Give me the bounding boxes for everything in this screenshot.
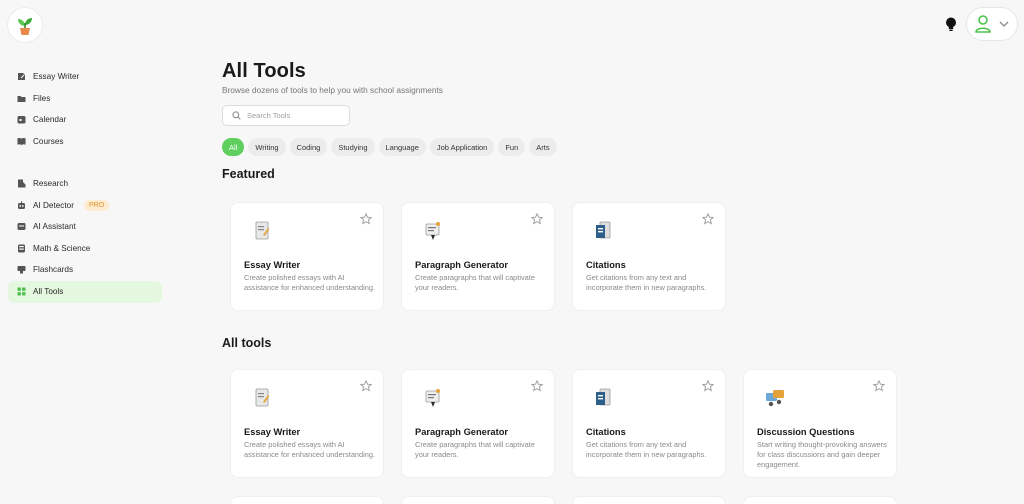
sidebar-item-research[interactable]: Research	[8, 173, 162, 195]
filter-chip-writing[interactable]: Writing	[248, 138, 286, 156]
star-icon[interactable]	[531, 213, 543, 225]
sidebar-item-label: Essay Writer	[33, 72, 80, 82]
tool-card-partial[interactable]	[401, 496, 555, 504]
math-icon	[17, 244, 26, 253]
featured-cards: Essay Writer Create polished essays with…	[230, 202, 726, 311]
paragraph-icon	[425, 222, 440, 240]
sidebar-item-label: Flashcards	[33, 265, 74, 275]
tool-card-paragraph-generator[interactable]: Paragraph Generator Create paragraphs th…	[401, 202, 555, 311]
star-icon[interactable]	[531, 380, 543, 392]
tool-card-description: Get citations from any text and incorpor…	[586, 440, 707, 459]
page-title: All Tools	[222, 60, 306, 82]
chevron-down-icon	[999, 21, 1009, 27]
calendar-icon	[17, 115, 26, 124]
search-box[interactable]	[222, 105, 350, 126]
tool-card-description: Start writing thought-provoking answers …	[757, 440, 887, 469]
sidebar-item-flashcards[interactable]: Flashcards	[8, 259, 162, 281]
star-icon[interactable]	[702, 380, 714, 392]
tool-card-discussion-questions[interactable]: Discussion Questions Start writing thoug…	[743, 369, 897, 478]
tool-card-title: Citations	[586, 427, 626, 437]
sidebar-item-ai-detector[interactable]: AI Detector PRO	[8, 195, 162, 217]
filter-chip-coding[interactable]: Coding	[289, 138, 328, 156]
grid-icon	[17, 287, 26, 296]
sidebar-item-label: Math & Science	[33, 243, 91, 253]
flashcards-icon	[17, 265, 26, 274]
filter-chip-all[interactable]: All	[222, 138, 245, 156]
star-icon[interactable]	[360, 213, 372, 225]
tool-card-partial[interactable]	[230, 496, 384, 504]
sidebar: Essay Writer Files Calendar Courses Rese…	[8, 66, 162, 303]
tool-card-paragraph-generator[interactable]: Paragraph Generator Create paragraphs th…	[401, 369, 555, 478]
page-subtitle: Browse dozens of tools to help you with …	[222, 85, 443, 95]
sidebar-item-label: Research	[33, 179, 69, 189]
sidebar-item-files[interactable]: Files	[8, 88, 162, 110]
tool-card-title: Paragraph Generator	[415, 260, 509, 270]
sidebar-item-all-tools[interactable]: All Tools	[8, 280, 162, 303]
filter-chip-job-application[interactable]: Job Application	[429, 138, 495, 156]
search-input[interactable]	[247, 111, 342, 120]
filter-chip-studying[interactable]: Studying	[331, 138, 375, 156]
sidebar-divider	[8, 152, 162, 173]
featured-heading: Featured	[222, 167, 275, 181]
tool-card-essay-writer[interactable]: Essay Writer Create polished essays with…	[230, 369, 384, 478]
star-icon[interactable]	[873, 380, 885, 392]
sidebar-item-essay-writer[interactable]: Essay Writer	[8, 66, 162, 88]
tool-card-description: Get citations from any text and incorpor…	[586, 273, 707, 292]
paragraph-icon	[425, 389, 440, 407]
book-icon	[17, 137, 26, 146]
more-cards-row	[230, 496, 897, 504]
sidebar-item-label: Courses	[33, 136, 64, 146]
filter-chip-language[interactable]: Language	[378, 138, 426, 156]
sidebar-item-label: All Tools	[33, 287, 64, 296]
star-icon[interactable]	[360, 380, 372, 392]
all-tools-cards: Essay Writer Create polished essays with…	[230, 369, 897, 478]
sidebar-item-label: AI Detector	[33, 200, 74, 210]
filter-chips: All Writing Coding Studying Language Job…	[222, 138, 557, 156]
sidebar-item-ai-assistant[interactable]: AI Assistant	[8, 216, 162, 238]
assistant-icon	[17, 222, 26, 231]
sidebar-item-label: Calendar	[33, 115, 67, 125]
plant-logo-icon	[18, 18, 32, 35]
tool-card-citations[interactable]: Citations Get citations from any text an…	[572, 202, 726, 311]
tool-card-description: Create paragraphs that will captivate yo…	[415, 273, 535, 292]
tool-card-citations[interactable]: Citations Get citations from any text an…	[572, 369, 726, 478]
filter-chip-fun[interactable]: Fun	[498, 138, 526, 156]
citation-icon	[596, 388, 611, 406]
sidebar-item-courses[interactable]: Courses	[8, 131, 162, 153]
sidebar-item-calendar[interactable]: Calendar	[8, 109, 162, 131]
essay-doc-icon	[255, 221, 270, 240]
tool-card-title: Citations	[586, 260, 626, 270]
tool-card-title: Paragraph Generator	[415, 427, 509, 437]
filter-chip-arts[interactable]: Arts	[529, 138, 557, 156]
detector-icon	[17, 201, 26, 210]
citation-icon	[596, 221, 611, 239]
tool-card-partial[interactable]	[572, 496, 726, 504]
sidebar-item-label: AI Assistant	[33, 222, 76, 232]
tool-card-partial[interactable]	[743, 496, 897, 504]
sidebar-item-label: Files	[33, 93, 51, 103]
tool-card-title: Discussion Questions	[757, 427, 855, 437]
pro-badge: PRO	[83, 199, 110, 211]
app-logo[interactable]	[7, 7, 43, 43]
lightbulb-icon[interactable]	[944, 16, 958, 32]
tool-card-description: Create polished essays with AI assistanc…	[244, 440, 376, 459]
sidebar-item-math-science[interactable]: Math & Science	[8, 238, 162, 260]
tool-card-title: Essay Writer	[244, 427, 301, 437]
star-icon[interactable]	[702, 213, 714, 225]
search-icon	[232, 111, 241, 120]
user-icon	[975, 15, 991, 33]
tool-card-description: Create paragraphs that will captivate yo…	[415, 440, 535, 459]
essay-doc-icon	[255, 388, 270, 407]
essay-icon	[17, 72, 26, 81]
tool-card-title: Essay Writer	[244, 260, 301, 270]
tool-card-description: Create polished essays with AI assistanc…	[244, 273, 376, 292]
all-tools-heading: All tools	[222, 336, 272, 350]
tool-card-essay-writer[interactable]: Essay Writer Create polished essays with…	[230, 202, 384, 311]
account-menu-button[interactable]	[966, 7, 1018, 41]
discussion-icon	[766, 390, 784, 407]
research-icon	[17, 179, 26, 188]
folder-icon	[17, 94, 26, 103]
